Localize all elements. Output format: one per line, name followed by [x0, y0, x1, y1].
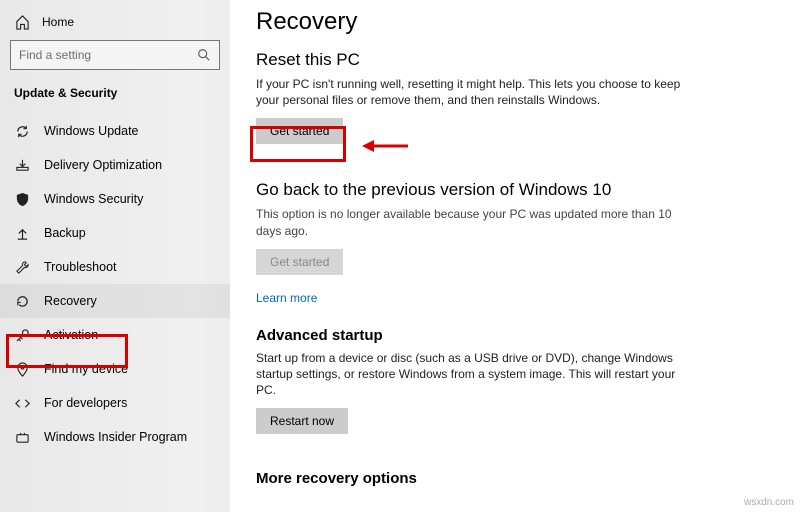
search-placeholder: Find a setting — [19, 48, 91, 62]
section-goback-heading: Go back to the previous version of Windo… — [256, 180, 770, 200]
home-label: Home — [42, 15, 74, 29]
section-advanced-heading: Advanced startup — [256, 327, 770, 344]
sidebar-item-troubleshoot[interactable]: Troubleshoot — [0, 250, 230, 284]
key-icon — [14, 327, 30, 343]
location-icon — [14, 361, 30, 377]
sidebar-item-activation[interactable]: Activation — [0, 318, 230, 352]
sidebar-item-windows-insider[interactable]: Windows Insider Program — [0, 420, 230, 454]
sidebar-item-label: Delivery Optimization — [44, 158, 162, 172]
section-reset-heading: Reset this PC — [256, 50, 770, 70]
recovery-icon — [14, 293, 30, 309]
sidebar-item-recovery[interactable]: Recovery — [0, 284, 230, 318]
sidebar-item-label: For developers — [44, 396, 127, 410]
delivery-icon — [14, 157, 30, 173]
goback-get-started-button: Get started — [256, 249, 343, 275]
sidebar-item-label: Backup — [44, 226, 86, 240]
wrench-icon — [14, 259, 30, 275]
sidebar-item-label: Activation — [44, 328, 98, 342]
sidebar-item-label: Windows Insider Program — [44, 430, 187, 444]
shield-icon — [14, 191, 30, 207]
section-goback-desc: This option is no longer available becau… — [256, 206, 686, 238]
search-icon — [197, 48, 211, 62]
backup-icon — [14, 225, 30, 241]
sidebar-item-backup[interactable]: Backup — [0, 216, 230, 250]
sidebar-item-find-my-device[interactable]: Find my device — [0, 352, 230, 386]
main-content: Recovery Reset this PC If your PC isn't … — [250, 0, 800, 512]
sidebar-item-label: Troubleshoot — [44, 260, 117, 274]
sidebar-item-label: Windows Security — [44, 192, 143, 206]
sidebar-category: Update & Security — [0, 82, 230, 114]
sidebar-item-delivery-optimization[interactable]: Delivery Optimization — [0, 148, 230, 182]
section-advanced-desc: Start up from a device or disc (such as … — [256, 350, 686, 399]
sidebar-item-home[interactable]: Home — [0, 8, 230, 40]
restart-now-button[interactable]: Restart now — [256, 408, 348, 434]
sidebar-item-windows-update[interactable]: Windows Update — [0, 114, 230, 148]
home-icon — [14, 14, 30, 30]
sidebar-item-label: Windows Update — [44, 124, 139, 138]
sidebar-item-windows-security[interactable]: Windows Security — [0, 182, 230, 216]
section-more-heading: More recovery options — [256, 470, 770, 487]
section-reset-desc: If your PC isn't running well, resetting… — [256, 76, 686, 108]
sidebar: Home Find a setting Update & Security Wi… — [0, 0, 230, 512]
sidebar-item-for-developers[interactable]: For developers — [0, 386, 230, 420]
sidebar-item-label: Recovery — [44, 294, 97, 308]
reset-get-started-button[interactable]: Get started — [256, 118, 343, 144]
page-title: Recovery — [256, 8, 770, 36]
sidebar-item-label: Find my device — [44, 362, 128, 376]
insider-icon — [14, 429, 30, 445]
watermark: wsxdn.com — [744, 497, 794, 508]
search-input[interactable]: Find a setting — [10, 40, 220, 70]
code-icon — [14, 395, 30, 411]
learn-more-link[interactable]: Learn more — [256, 291, 317, 305]
sync-icon — [14, 123, 30, 139]
